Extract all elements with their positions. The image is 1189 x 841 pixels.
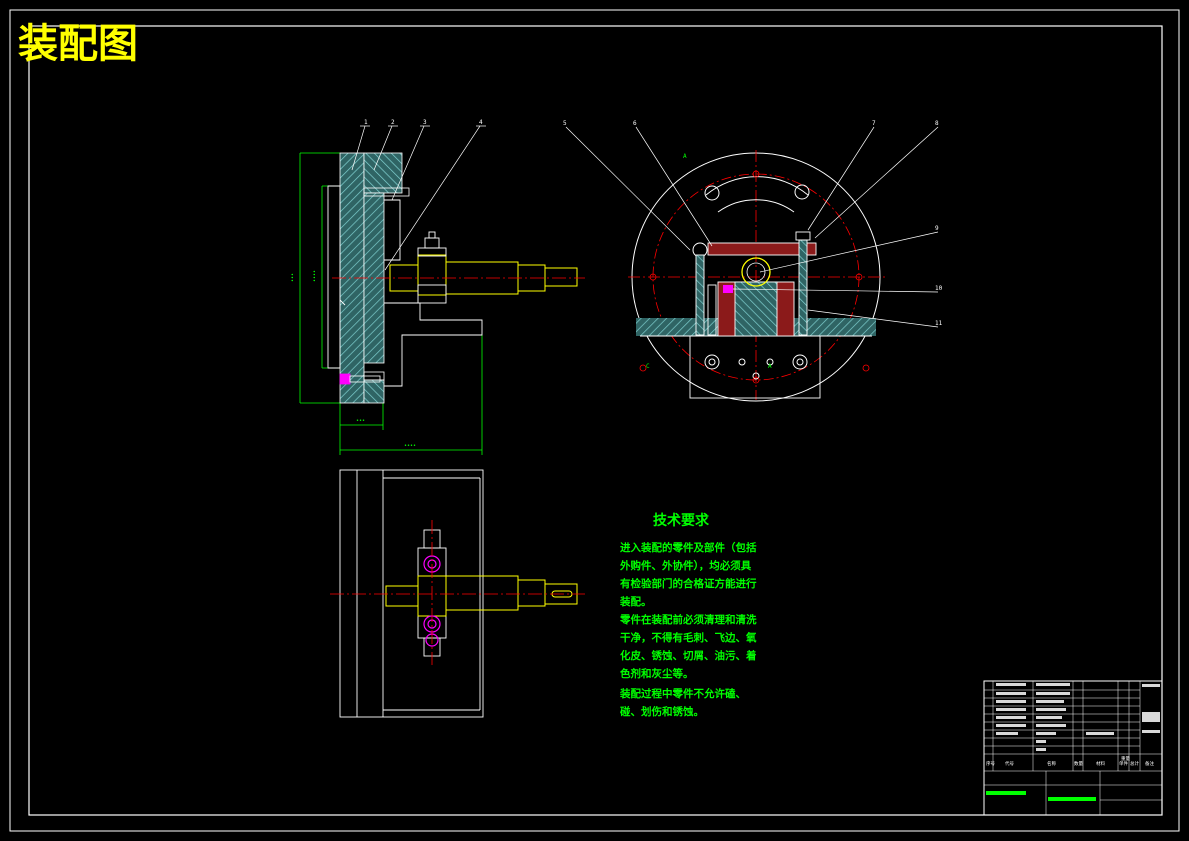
bom-header-labels: 序号 代号 名称 数量 材料 单件 总计 备注 重量 <box>986 755 1154 767</box>
balloon-2: 2 <box>391 119 395 126</box>
col-header: 名称 <box>1047 760 1056 767</box>
top-block <box>363 152 403 194</box>
req-line: 有检验部门的合格证方能进行 <box>620 577 757 590</box>
col-header: 总计 <box>1130 760 1139 767</box>
inner-frame <box>28 25 1163 816</box>
side-view: ••• •••• ••• •••• 1 2 3 4 <box>290 119 585 455</box>
balloon-1: 1 <box>364 119 368 126</box>
side-balloons: 1 2 3 4 <box>364 119 483 126</box>
req-line: 外购件、外协件），均必须具 <box>619 559 752 572</box>
tech-requirements-body: 进入装配的零件及部件（包括 外购件、外协件），均必须具 有检验部门的合格证方能进… <box>619 541 757 718</box>
req-line: 色剂和灰尘等。 <box>620 667 694 680</box>
top-view-plate <box>339 469 484 718</box>
req-line: 碰、划伤和锈蚀。 <box>620 705 704 718</box>
balloon-9: 9 <box>935 225 939 232</box>
col-header: 材料 <box>1096 760 1105 767</box>
req-line: 装配。 <box>619 595 652 608</box>
balloon-3: 3 <box>423 119 427 126</box>
tech-requirements: 技术要求 进入装配的零件及部件（包括 外购件、外协件），均必须具 有检验部门的合… <box>619 512 757 718</box>
svg-text:A: A <box>683 153 687 160</box>
col-header: 序号 <box>986 760 995 767</box>
weight-label: 重量 <box>1121 755 1130 762</box>
balloon-6: 6 <box>633 120 637 127</box>
svg-text:A: A <box>768 363 772 370</box>
req-line: 化皮、锈蚀、切屑、油污、着 <box>620 649 757 662</box>
signature-cells <box>986 791 1096 801</box>
outer-frame <box>9 9 1180 832</box>
front-view: A C A 5 6 7 8 9 10 11 <box>563 120 943 402</box>
col-header: 备注 <box>1145 760 1154 767</box>
svg-text:••••: •••• <box>312 270 318 282</box>
svg-text:••••: •••• <box>404 443 416 449</box>
req-line: 装配过程中零件不允许磕、 <box>619 687 746 700</box>
assembly-drawing: 装配图 ••• •••• ••• •••• 1 2 3 4 A C A 5 6 … <box>9 9 1180 832</box>
balloon-4: 4 <box>479 119 483 126</box>
bom-data-bars <box>996 683 1160 751</box>
page-title: 装配图 <box>18 21 138 67</box>
req-line: 干净，不得有毛刺、飞边、氧 <box>620 631 757 644</box>
side-clamp <box>417 231 447 304</box>
req-line: 零件在装配前必须清理和清洗 <box>619 613 757 626</box>
balloon-8: 8 <box>935 120 939 127</box>
title-block: 序号 代号 名称 数量 材料 单件 总计 备注 重量 <box>983 680 1163 816</box>
svg-text:•••: ••• <box>290 273 296 282</box>
req-line: 进入装配的零件及部件（包括 <box>620 541 757 554</box>
tech-requirements-heading: 技术要求 <box>653 512 710 529</box>
balloon-11: 11 <box>935 320 943 327</box>
svg-text:•••: ••• <box>356 418 365 424</box>
bottom-block <box>363 379 385 404</box>
col-header: 数量 <box>1074 760 1083 767</box>
top-view <box>330 469 585 718</box>
balloon-10: 10 <box>935 285 943 292</box>
col-header: 代号 <box>1005 760 1014 767</box>
balloon-5: 5 <box>563 120 567 127</box>
top-shaft <box>385 575 578 617</box>
side-view-dimensions <box>299 152 483 455</box>
balloon-7: 7 <box>872 120 876 127</box>
svg-text:C: C <box>646 363 650 370</box>
